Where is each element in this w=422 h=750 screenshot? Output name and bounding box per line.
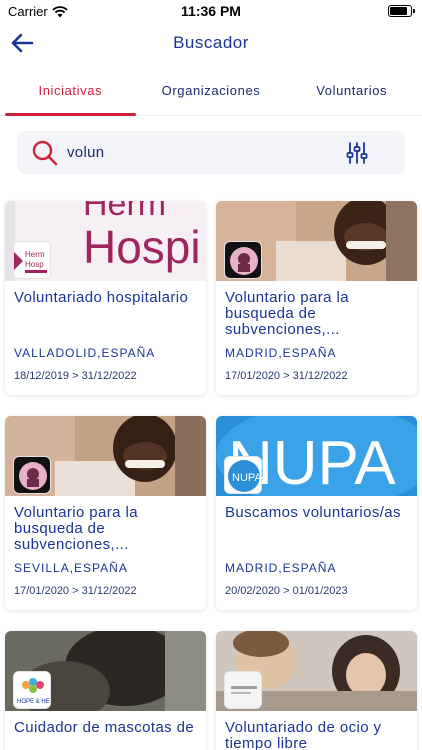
card-image <box>216 631 417 711</box>
card-dates: 17/01/2020 > 31/12/2022 <box>225 370 348 382</box>
card-title: Voluntario para la busqueda de subvencio… <box>14 505 138 553</box>
tab-organizaciones[interactable]: Organizaciones <box>141 72 282 115</box>
organization-logo <box>224 241 262 279</box>
card-dates: 20/02/2020 > 01/01/2023 <box>225 585 348 597</box>
svg-text:HOPE & HELP: HOPE & HELP <box>17 699 51 705</box>
svg-text:Herm: Herm <box>25 250 45 259</box>
card-title: Buscamos voluntarios/as <box>225 505 401 521</box>
search-icon <box>32 140 58 166</box>
card-title: Cuidador de mascotas de <box>14 720 195 736</box>
initiative-card[interactable]: Voluntariado de ocio y tiempo libre <box>216 631 417 750</box>
initiative-card[interactable]: Herm Hospi Herm Hosp Voluntariado hospit… <box>5 201 206 395</box>
card-location: MADRID,ESPAÑA <box>225 346 337 360</box>
card-title: Voluntario para la busqueda de subvencio… <box>225 290 349 338</box>
card-location: SEVILLA,ESPAÑA <box>14 561 128 575</box>
card-image: HOPE & HELP <box>5 631 206 711</box>
card-location: MADRID,ESPAÑA <box>225 561 337 575</box>
status-bar: Carrier 11:36 PM <box>0 0 422 24</box>
status-time: 11:36 PM <box>181 3 241 19</box>
svg-text:NUPA: NUPA <box>232 472 262 484</box>
card-title: Voluntariado de ocio y tiempo libre <box>225 720 382 750</box>
svg-text:Hosp: Hosp <box>25 260 44 269</box>
initiative-card[interactable]: Voluntario para la busqueda de subvencio… <box>216 201 417 395</box>
organization-logo <box>224 671 262 709</box>
tab-iniciativas[interactable]: Iniciativas <box>0 72 141 116</box>
card-dates: 17/01/2020 > 31/12/2022 <box>14 585 137 597</box>
card-dates: 18/12/2019 > 31/12/2022 <box>14 370 137 382</box>
nav-bar: Buscador <box>0 24 422 64</box>
tab-bar: Iniciativas Organizaciones Voluntarios <box>0 72 422 116</box>
card-title: Voluntariado hospitalario <box>14 290 189 306</box>
organization-logo: NUPA <box>224 456 262 494</box>
organization-logo: HOPE & HELP <box>13 671 51 709</box>
initiative-card[interactable]: HOPE & HELP Cuidador de mascotas de <box>5 631 206 750</box>
initiative-card[interactable]: NUPA NUPA Buscamos voluntarios/as MADRID… <box>216 416 417 610</box>
sliders-icon <box>346 142 368 164</box>
card-image <box>5 416 206 496</box>
hero-text: Hospi <box>83 221 201 273</box>
card-location: VALLADOLID,ESPAÑA <box>14 346 156 360</box>
filter-button[interactable] <box>345 141 369 165</box>
initiative-card[interactable]: Voluntario para la busqueda de subvencio… <box>5 416 206 610</box>
search-input[interactable] <box>67 137 327 167</box>
organization-logo: Herm Hosp <box>13 241 51 279</box>
search-bar <box>17 131 405 174</box>
page-title: Buscador <box>173 33 249 52</box>
organization-logo <box>13 456 51 494</box>
battery-icon <box>388 5 415 17</box>
card-image: Herm Hospi Herm Hosp <box>5 201 206 281</box>
card-image: NUPA NUPA <box>216 416 417 496</box>
hero-text: Herm <box>83 201 166 223</box>
card-image <box>216 201 417 281</box>
tab-voluntarios[interactable]: Voluntarios <box>281 72 422 115</box>
